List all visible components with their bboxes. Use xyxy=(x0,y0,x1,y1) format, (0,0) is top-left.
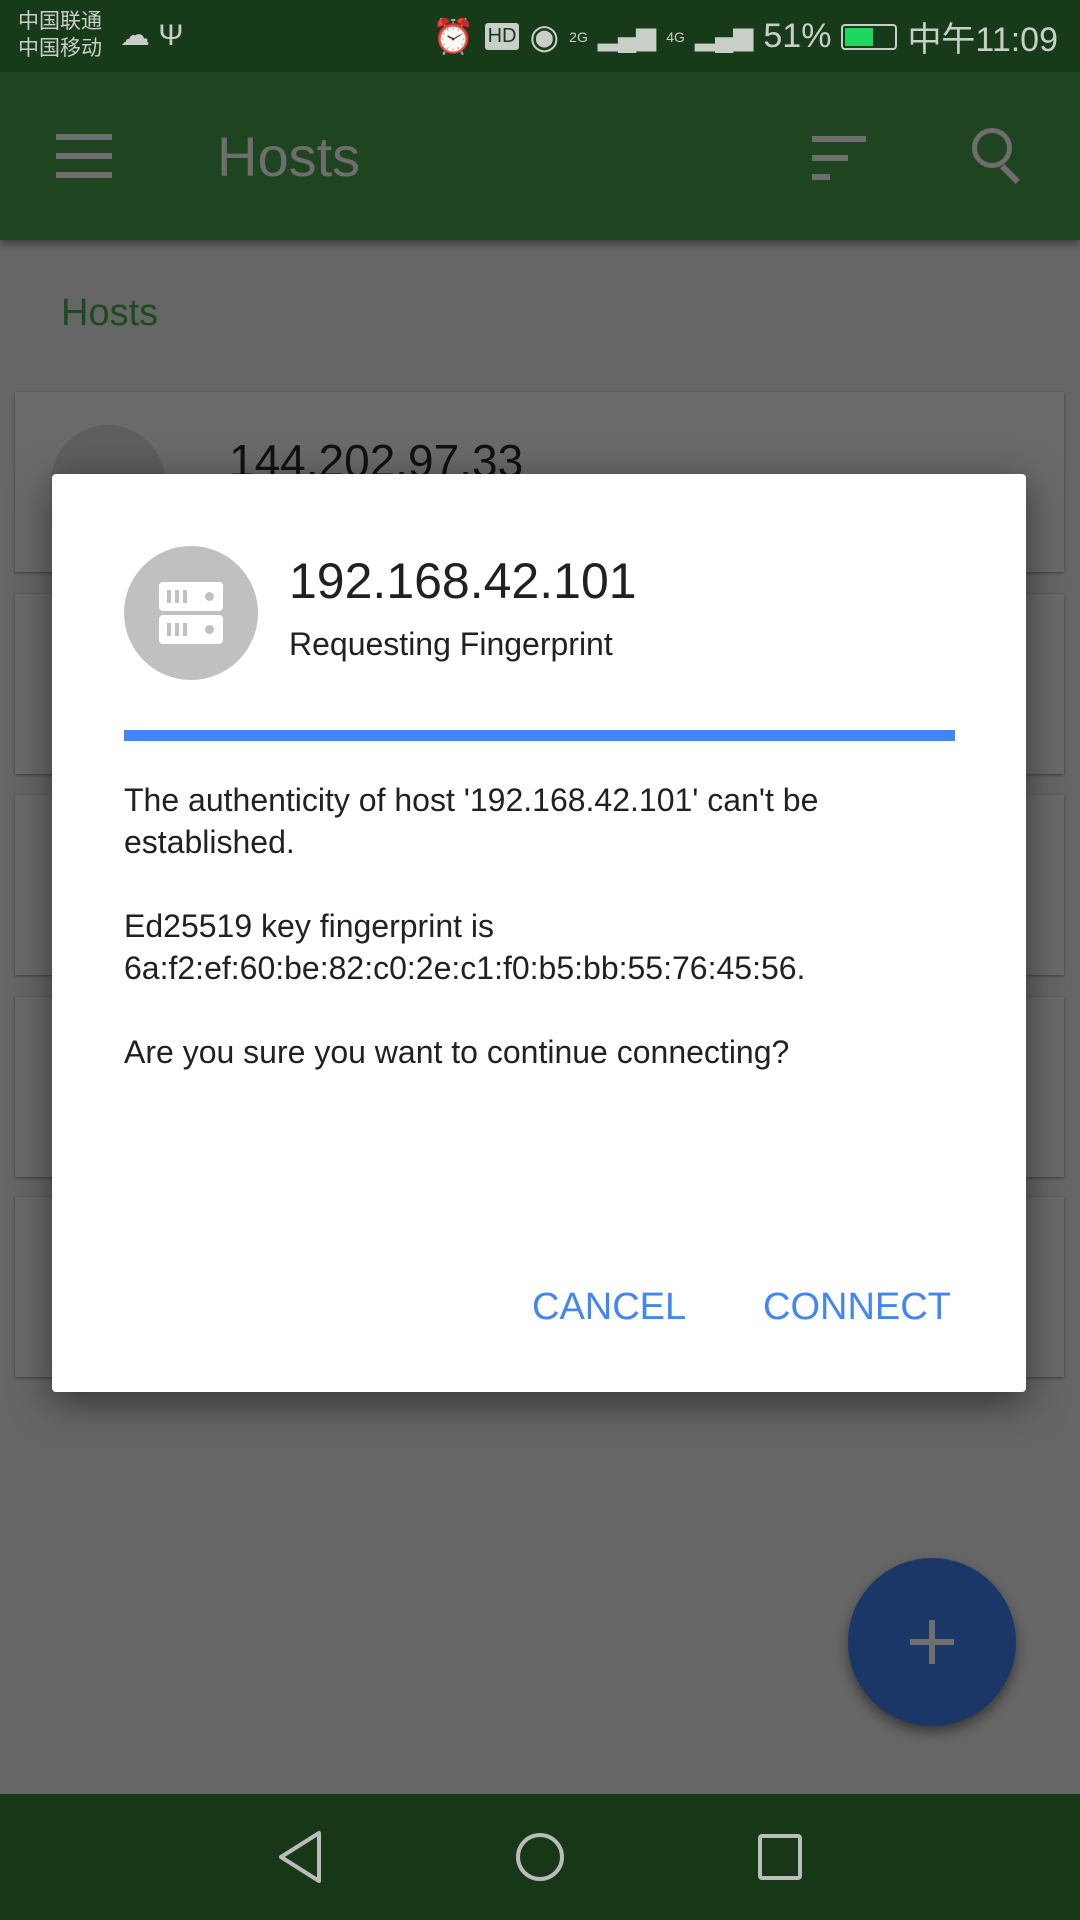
dialog-title: 192.168.42.101 xyxy=(289,553,637,609)
alarm-icon: ⏰ xyxy=(432,17,475,56)
menu-icon[interactable] xyxy=(56,134,112,178)
dialog-message: The authenticity of host '192.168.42.101… xyxy=(124,779,964,1115)
server-icon xyxy=(159,582,223,644)
usb-icon: Ψ xyxy=(158,19,184,52)
carrier-info: 中国联通 中国移动 xyxy=(18,8,102,62)
battery-charging-icon xyxy=(841,23,898,50)
signal-2g-label: 2G xyxy=(569,28,588,45)
authenticity-text: The authenticity of host '192.168.42.101… xyxy=(124,782,819,860)
eye-icon: ◉ xyxy=(529,17,560,56)
add-host-button[interactable] xyxy=(848,1558,1016,1726)
notification-icons: ☁ Ψ xyxy=(120,18,183,53)
section-header: Hosts xyxy=(61,292,159,334)
back-icon[interactable] xyxy=(275,1830,325,1884)
carrier-1: 中国联通 xyxy=(18,10,102,33)
progress-bar xyxy=(124,730,955,741)
fingerprint-text: Ed25519 key fingerprint is 6a:f2:ef:60:b… xyxy=(124,908,806,986)
recents-icon[interactable] xyxy=(756,1830,804,1884)
sort-icon[interactable] xyxy=(812,136,866,193)
app-bar: Hosts xyxy=(0,72,1080,240)
host-avatar xyxy=(124,546,258,680)
system-icons: ⏰ HD ◉ 2G ▂▄▆ 4G ▂▄▆ 51% 中午11:09 xyxy=(432,12,1058,61)
battery-percent: 51% xyxy=(763,17,832,55)
search-icon[interactable] xyxy=(972,128,1012,168)
app-title: Hosts xyxy=(217,125,361,188)
confirm-text: Are you sure you want to continue connec… xyxy=(124,1034,790,1070)
clock: 中午11:09 xyxy=(907,21,1058,59)
home-icon[interactable] xyxy=(514,1830,566,1884)
fingerprint-dialog: 192.168.42.101 Requesting Fingerprint Th… xyxy=(52,474,1026,1392)
cancel-button[interactable]: CANCEL xyxy=(532,1286,686,1329)
navigation-bar xyxy=(0,1794,1080,1920)
signal-icon: ▂▄▆ xyxy=(597,21,657,51)
connect-button[interactable]: CONNECT xyxy=(763,1286,951,1329)
signal-4g-label: 4G xyxy=(666,28,685,45)
hd-icon: HD xyxy=(484,23,520,50)
cloud-icon: ☁ xyxy=(120,19,150,52)
dialog-subtitle: Requesting Fingerprint xyxy=(289,626,613,662)
carrier-2: 中国移动 xyxy=(18,37,102,60)
status-bar: 中国联通 中国移动 ☁ Ψ ⏰ HD ◉ 2G ▂▄▆ 4G ▂▄▆ 51% 中午1… xyxy=(0,0,1080,72)
signal-icon: ▂▄▆ xyxy=(694,21,754,51)
